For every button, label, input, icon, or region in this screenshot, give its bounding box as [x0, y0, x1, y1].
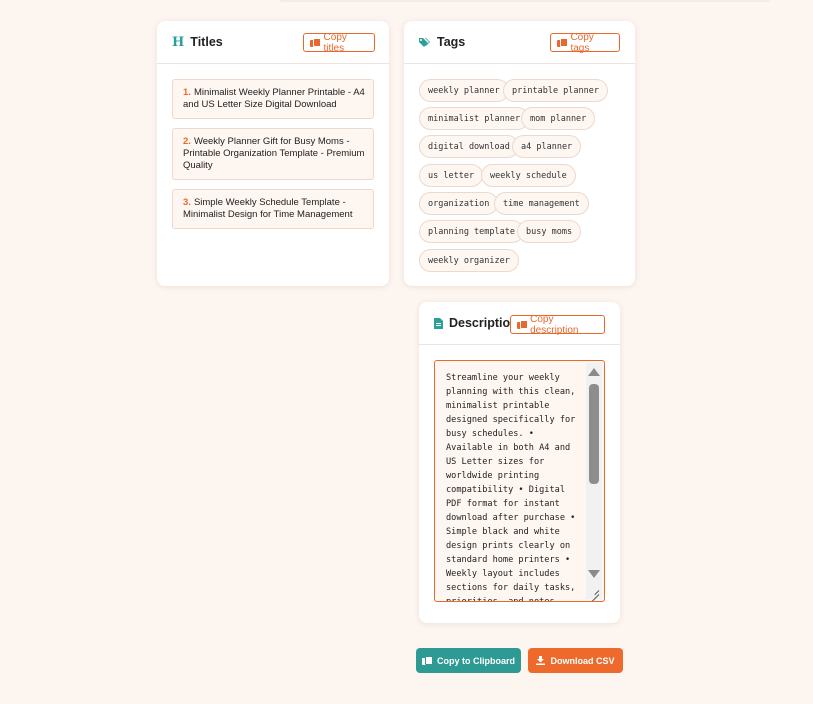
- title-number: 3.: [183, 197, 191, 208]
- copy-icon: [517, 319, 529, 330]
- tag-chip[interactable]: weekly schedule: [481, 164, 576, 187]
- scroll-thumb[interactable]: [589, 384, 599, 484]
- titles-heading: Titles: [190, 35, 223, 49]
- tags-heading: Tags: [437, 35, 466, 49]
- file-icon: [434, 317, 443, 329]
- copy-tags-button[interactable]: Copy tags: [550, 31, 620, 54]
- title-text: Weekly Planner Gift for Busy Moms - Prin…: [183, 136, 365, 171]
- titles-card: H Titles Copy titles 1. Minimalist Weekly…: [157, 21, 389, 286]
- scroll-down-arrow-icon[interactable]: [588, 570, 600, 578]
- titles-card-header: H Titles Copy titles: [157, 21, 389, 64]
- copy-description-button[interactable]: Copy description: [510, 313, 605, 336]
- title-number: 1.: [183, 87, 191, 98]
- tag-chip[interactable]: mom planner: [521, 107, 596, 130]
- title-item[interactable]: 3. Simple Weekly Schedule Template - Mini…: [172, 189, 374, 229]
- copy-icon: [310, 37, 321, 48]
- download-icon: [536, 656, 546, 665]
- description-textarea[interactable]: Streamline your weekly planning with thi…: [434, 360, 605, 602]
- copy-icon: [422, 655, 433, 666]
- tag-chip[interactable]: minimalist planner: [419, 107, 530, 130]
- top-header-strip: [280, 0, 770, 2]
- title-text: Simple Weekly Schedule Template - Minima…: [183, 197, 353, 220]
- description-card-header: Description Copy description: [419, 302, 620, 345]
- tag-chip[interactable]: weekly planner: [419, 79, 509, 102]
- title-item[interactable]: 1. Minimalist Weekly Planner Printable - …: [172, 79, 374, 119]
- download-csv-label: Download CSV: [550, 655, 615, 666]
- copy-tags-label: Copy tags: [570, 31, 594, 54]
- tag-chip[interactable]: printable planner: [503, 79, 608, 102]
- copy-titles-label: Copy titles: [323, 31, 347, 54]
- description-card: Description Copy description Streamline …: [419, 302, 620, 623]
- description-scrollbar[interactable]: [586, 363, 602, 583]
- tag-chip[interactable]: busy moms: [517, 220, 582, 243]
- tags-icon: [419, 37, 430, 47]
- tag-chip[interactable]: planning template: [419, 220, 524, 243]
- tag-chip[interactable]: us letter: [419, 164, 484, 187]
- resize-handle-icon[interactable]: [586, 583, 602, 599]
- copy-to-clipboard-button[interactable]: Copy to Clipboard: [416, 648, 521, 673]
- tag-chip[interactable]: time management: [494, 192, 589, 215]
- copy-to-clipboard-label: Copy to Clipboard: [437, 655, 515, 666]
- title-text: Minimalist Weekly Planner Printable - A4…: [183, 87, 365, 110]
- scroll-up-arrow-icon[interactable]: [588, 368, 600, 376]
- download-csv-button[interactable]: Download CSV: [528, 648, 623, 673]
- tag-chip[interactable]: organization: [419, 192, 499, 215]
- tag-chip[interactable]: a4 planner: [512, 135, 582, 158]
- heading-icon: H: [172, 34, 185, 50]
- tag-chip[interactable]: digital download: [419, 135, 519, 158]
- copy-titles-button[interactable]: Copy titles: [303, 31, 375, 54]
- description-text: Streamline your weekly planning with thi…: [446, 373, 581, 602]
- copy-icon: [557, 37, 569, 48]
- tag-chip[interactable]: weekly organizer: [419, 249, 519, 272]
- title-number: 2.: [183, 136, 191, 147]
- description-heading: Description: [449, 316, 518, 330]
- tags-card: Tags Copy tags weekly planner printable …: [404, 21, 635, 286]
- copy-description-label: Copy description: [530, 313, 579, 336]
- tags-card-header: Tags Copy tags: [404, 21, 635, 64]
- title-item[interactable]: 2. Weekly Planner Gift for Busy Moms - Pr…: [172, 128, 374, 180]
